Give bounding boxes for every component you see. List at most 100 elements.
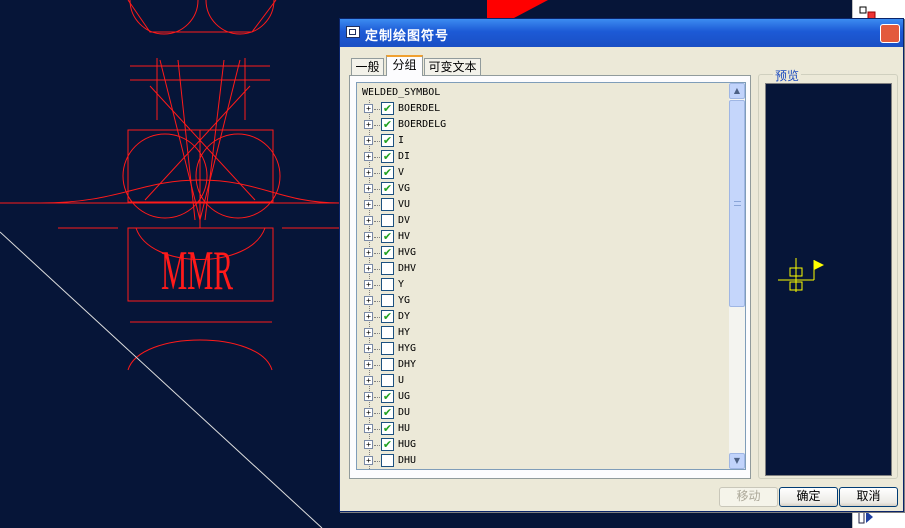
ok-button[interactable]: 确定 — [779, 487, 838, 507]
tree-item-label: V — [398, 167, 405, 178]
item-checkbox[interactable]: ✔ — [381, 102, 394, 115]
item-checkbox[interactable]: ✔ — [381, 150, 394, 163]
tree-item-ug[interactable]: + ✔ UG — [364, 389, 724, 405]
item-checkbox[interactable] — [381, 294, 394, 307]
item-checkbox[interactable] — [381, 198, 394, 211]
tree-item-hvg[interactable]: + ✔ HVG — [364, 245, 724, 261]
item-checkbox[interactable] — [381, 374, 394, 387]
expand-plus-icon[interactable]: + — [364, 216, 373, 225]
item-checkbox[interactable] — [381, 214, 394, 227]
tree-scrollbar[interactable]: ▲ ▼ — [729, 83, 745, 469]
tree-item-dhu[interactable]: + DHU — [364, 453, 724, 469]
tab-general[interactable]: 一般 — [351, 58, 384, 76]
item-checkbox[interactable] — [381, 278, 394, 291]
symbol-tree[interactable]: WELDED_SYMBOL + ✔ BOERDEL + ✔ BOERDELG + ✔ I + ✔ DI… — [356, 82, 746, 470]
expand-plus-icon[interactable]: + — [364, 360, 373, 369]
expand-plus-icon[interactable]: + — [364, 200, 373, 209]
tree-item-i[interactable]: + ✔ I — [364, 133, 724, 149]
cancel-button[interactable]: 取消 — [839, 487, 898, 507]
tree-connector — [374, 413, 380, 414]
tree-item-hv[interactable]: + ✔ HV — [364, 229, 724, 245]
item-checkbox[interactable]: ✔ — [381, 134, 394, 147]
scroll-thumb[interactable] — [729, 100, 745, 307]
tree-item-di[interactable]: + ✔ DI — [364, 149, 724, 165]
tree-item-yg[interactable]: + YG — [364, 293, 724, 309]
expand-plus-icon[interactable]: + — [364, 328, 373, 337]
tree-item-y[interactable]: + Y — [364, 277, 724, 293]
expand-plus-icon[interactable]: + — [364, 264, 373, 273]
item-checkbox[interactable]: ✔ — [381, 390, 394, 403]
tree-connector — [374, 301, 380, 302]
expand-plus-icon[interactable]: + — [364, 376, 373, 385]
tree-connector — [374, 109, 380, 110]
tree-connector — [374, 461, 380, 462]
preview-label: 预览 — [773, 67, 802, 84]
expand-plus-icon[interactable]: + — [364, 152, 373, 161]
tree-item-hyg[interactable]: + HYG — [364, 341, 724, 357]
tree-item-boerdelg[interactable]: + ✔ BOERDELG — [364, 117, 724, 133]
item-checkbox[interactable]: ✔ — [381, 166, 394, 179]
expand-plus-icon[interactable]: + — [364, 104, 373, 113]
expand-plus-icon[interactable]: + — [364, 392, 373, 401]
tree-item-label: BOERDELG — [398, 119, 447, 130]
close-icon[interactable] — [880, 24, 900, 43]
tree-item-v[interactable]: + ✔ V — [364, 165, 724, 181]
tree-connector — [374, 173, 380, 174]
item-checkbox[interactable] — [381, 358, 394, 371]
expand-plus-icon[interactable]: + — [364, 344, 373, 353]
expand-plus-icon[interactable]: + — [364, 120, 373, 129]
item-checkbox[interactable]: ✔ — [381, 310, 394, 323]
expand-plus-icon[interactable]: + — [364, 408, 373, 417]
tree-item-dv[interactable]: + DV — [364, 213, 724, 229]
expand-plus-icon[interactable]: + — [364, 312, 373, 321]
window-icon — [346, 26, 360, 38]
tab-group[interactable]: 分组 — [386, 55, 423, 76]
item-checkbox[interactable] — [381, 454, 394, 467]
item-checkbox[interactable] — [381, 326, 394, 339]
tree-item-vg[interactable]: + ✔ VG — [364, 181, 724, 197]
tree-item-hu[interactable]: + ✔ HU — [364, 421, 724, 437]
tree-item-label: HU — [398, 423, 411, 434]
cad-mmr-text: MMR — [161, 240, 233, 302]
tree-item-dhv[interactable]: + DHV — [364, 261, 724, 277]
tree-item-hug[interactable]: + ✔ HUG — [364, 437, 724, 453]
tree-item-vu[interactable]: + VU — [364, 197, 724, 213]
tree-item-label: HUG — [398, 439, 417, 450]
expand-plus-icon[interactable]: + — [364, 248, 373, 257]
tree-item-label: I — [398, 135, 405, 146]
tree-item-du[interactable]: + ✔ DU — [364, 405, 724, 421]
tree-item-label: DU — [398, 407, 411, 418]
item-checkbox[interactable]: ✔ — [381, 246, 394, 259]
tree-root-label[interactable]: WELDED_SYMBOL — [362, 87, 440, 98]
item-checkbox[interactable]: ✔ — [381, 438, 394, 451]
expand-plus-icon[interactable]: + — [364, 456, 373, 465]
scroll-down-icon[interactable]: ▼ — [729, 453, 745, 469]
tree-item-dhy[interactable]: + DHY — [364, 357, 724, 373]
tree-item-hy[interactable]: + HY — [364, 325, 724, 341]
move-button[interactable]: 移动 — [719, 487, 778, 507]
item-checkbox[interactable] — [381, 262, 394, 275]
expand-plus-icon[interactable]: + — [364, 232, 373, 241]
tab-variable-text[interactable]: 可变文本 — [424, 58, 481, 76]
expand-plus-icon[interactable]: + — [364, 184, 373, 193]
expand-plus-icon[interactable]: + — [364, 424, 373, 433]
expand-plus-icon[interactable]: + — [364, 136, 373, 145]
tree-item-dy[interactable]: + ✔ DY — [364, 309, 724, 325]
expand-plus-icon[interactable]: + — [364, 296, 373, 305]
tree-item-u[interactable]: + U — [364, 373, 724, 389]
item-checkbox[interactable]: ✔ — [381, 118, 394, 131]
item-checkbox[interactable] — [381, 342, 394, 355]
item-checkbox[interactable]: ✔ — [381, 230, 394, 243]
item-checkbox[interactable]: ✔ — [381, 422, 394, 435]
expand-plus-icon[interactable]: + — [364, 168, 373, 177]
item-checkbox[interactable]: ✔ — [381, 406, 394, 419]
expand-plus-icon[interactable]: + — [364, 440, 373, 449]
item-checkbox[interactable]: ✔ — [381, 182, 394, 195]
tree-connector — [374, 365, 380, 366]
tree-connector — [374, 125, 380, 126]
dialog-titlebar[interactable]: 定制绘图符号 — [340, 19, 903, 47]
expand-plus-icon[interactable]: + — [364, 280, 373, 289]
tree-item-boerdel[interactable]: + ✔ BOERDEL — [364, 101, 724, 117]
scroll-up-icon[interactable]: ▲ — [729, 83, 745, 99]
tree-connector — [374, 221, 380, 222]
